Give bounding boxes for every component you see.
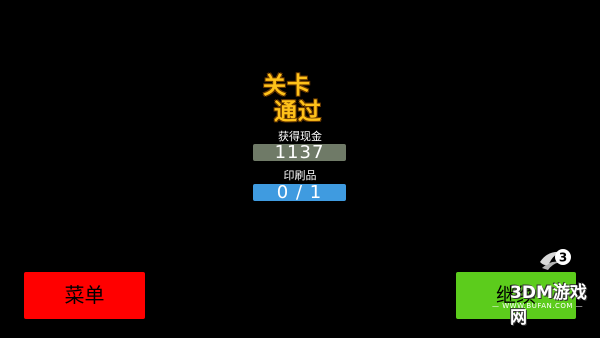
title-line-2: 通过 bbox=[274, 99, 322, 125]
svg-text:3: 3 bbox=[559, 251, 567, 265]
menu-button[interactable]: 菜单 bbox=[24, 272, 145, 319]
prints-label: 印刷品 bbox=[283, 169, 317, 182]
prints-value-bar: 0 / 1 bbox=[253, 184, 346, 202]
cash-value-bar: 1137 bbox=[253, 144, 346, 162]
watermark-url: — WWW.BUFAN.COM — bbox=[492, 302, 584, 310]
watermark-logo-icon: 3 bbox=[540, 249, 571, 270]
